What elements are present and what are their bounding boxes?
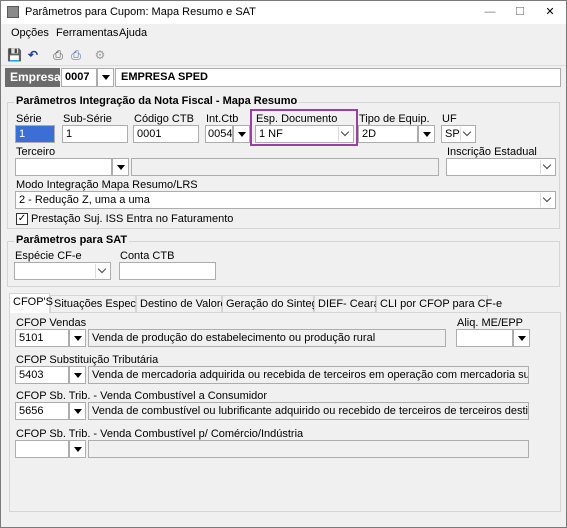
menu-bar: Opções Ferramentas Ajuda (1, 24, 566, 43)
empresa-label: Empresa (5, 68, 61, 87)
serie-input[interactable]: 1 (15, 125, 55, 143)
chevron-down-icon (540, 193, 554, 207)
terceiro-dropdown-button[interactable] (112, 158, 129, 176)
window-title: Parâmetros para Cupom: Mapa Resumo e SAT (25, 6, 256, 18)
empresa-dropdown-button[interactable] (97, 68, 114, 87)
cfop-subst-input[interactable]: 5403 (15, 366, 69, 384)
tipo-equip-label: Tipo de Equip. (359, 113, 430, 125)
int-ctb-dropdown-button[interactable] (233, 125, 250, 143)
toolbar: 💾 ↶ ⎙ ⎙ ⚙ (1, 44, 566, 66)
subserie-label: Sub-Série (63, 113, 112, 125)
conta-ctb-label: Conta CTB (120, 250, 175, 262)
serie-label: Série (16, 113, 42, 125)
empresa-row: Empresa 0007 EMPRESA SPED (5, 68, 561, 87)
conta-ctb-input[interactable] (119, 262, 216, 280)
tab-geracao-do-sintegra[interactable]: Geração do Sintegra (222, 295, 328, 312)
tab-dief-ceara[interactable]: DIEF- Ceará (314, 295, 380, 312)
undo-icon[interactable]: ↶ (26, 48, 40, 62)
subserie-input[interactable]: 1 (62, 125, 128, 143)
especie-cfe-label: Espécie CF-e (15, 250, 82, 262)
int-ctb-input[interactable]: 0054 (205, 125, 233, 143)
tipo-equip-input[interactable]: 2D (358, 125, 418, 143)
aliq-me-epp-dropdown-button[interactable] (513, 329, 530, 347)
terceiro-input[interactable] (15, 158, 112, 176)
uf-select[interactable]: SP (441, 125, 476, 143)
chevron-down-icon (540, 160, 554, 174)
tab-destino-de-valores[interactable]: Destino de Valores (136, 295, 232, 312)
codigo-ctb-input[interactable]: 0001 (133, 125, 199, 143)
cfop-combustivel-comercio-description (88, 440, 529, 458)
terceiro-label: Terceiro (16, 146, 56, 158)
menu-ferramentas[interactable]: Ferramentas (56, 27, 118, 39)
empresa-code-input[interactable]: 0007 (61, 68, 97, 87)
settings-icon[interactable]: ⚙ (93, 48, 107, 62)
cfop-vendas-dropdown-button[interactable] (69, 329, 86, 347)
tab-bar: CFOP'S Situações Especiais Destino de Va… (9, 293, 561, 313)
cfop-combustivel-label: CFOP Sb. Trib. - Venda Combustível a Con… (16, 390, 268, 402)
print-preview-icon[interactable]: ⎙ (69, 48, 83, 62)
aliq-me-epp-label: Aliq. ME/EPP (457, 317, 524, 329)
modo-integracao-label: Modo Integração Mapa Resumo/LRS (16, 179, 198, 191)
cfop-vendas-description: Venda de produção do estabelecimento ou … (88, 329, 446, 347)
menu-opcoes[interactable]: Opções (11, 27, 49, 39)
modo-integracao-select[interactable]: 2 - Redução Z, uma a uma (15, 191, 556, 209)
title-bar: Parâmetros para Cupom: Mapa Resumo e SAT… (1, 1, 566, 24)
cfop-subst-label: CFOP Substituição Tributária (16, 354, 159, 366)
cfop-vendas-label: CFOP Vendas (16, 317, 87, 329)
menu-ajuda[interactable]: Ajuda (119, 27, 147, 39)
tab-cli-por-cfop[interactable]: CLI por CFOP para CF-e (376, 295, 502, 312)
chevron-down-icon (95, 264, 109, 278)
tab-cfops[interactable]: CFOP'S (9, 293, 53, 313)
cfop-combustivel-comercio-label: CFOP Sb. Trib. - Venda Combustível p/ Co… (16, 428, 304, 440)
cfop-combustivel-comercio-input[interactable] (15, 440, 69, 458)
inscricao-estadual-select[interactable] (446, 158, 556, 176)
inscricao-estadual-label: Inscrição Estadual (447, 146, 537, 158)
cfop-combustivel-input[interactable]: 5656 (15, 402, 69, 420)
tab-situacoes-especiais[interactable]: Situações Especiais (50, 295, 152, 312)
prestacao-label: Prestação Suj. ISS Entra no Faturamento (31, 213, 234, 225)
print-icon[interactable]: ⎙ (51, 48, 65, 62)
cfop-combustivel-dropdown-button[interactable] (69, 402, 86, 420)
app-icon (7, 6, 19, 18)
aliq-me-epp-input[interactable] (456, 329, 513, 347)
status-bar (1, 513, 566, 527)
modo-integracao-value: 2 - Redução Z, uma a uma (19, 194, 150, 206)
minimize-button[interactable]: — (475, 1, 505, 24)
cfop-subst-description: Venda de mercadoria adquirida ou recebid… (88, 366, 529, 384)
highlight-box (250, 109, 358, 146)
cfop-combustivel-comercio-dropdown-button[interactable] (69, 440, 86, 458)
empresa-name-field: EMPRESA SPED (115, 68, 561, 87)
close-button[interactable]: ✕ (535, 1, 565, 24)
sat-legend: Parâmetros para SAT (14, 234, 130, 246)
cfop-vendas-input[interactable]: 5101 (15, 329, 69, 347)
int-ctb-label: Int.Ctb (206, 113, 239, 125)
maximize-button[interactable]: ☐ (505, 1, 535, 24)
main-window: Parâmetros para Cupom: Mapa Resumo e SAT… (0, 0, 567, 528)
especie-cfe-select[interactable] (14, 262, 111, 280)
codigo-ctb-label: Código CTB (134, 113, 194, 125)
cfop-subst-dropdown-button[interactable] (69, 366, 86, 384)
terceiro-name-field (131, 158, 439, 176)
integracao-legend: Parâmetros Integração da Nota Fiscal - M… (14, 95, 300, 107)
tipo-equip-dropdown-button[interactable] (418, 125, 435, 143)
prestacao-checkbox[interactable]: ✓ (16, 213, 28, 225)
uf-value: SP (445, 128, 460, 140)
cfop-combustivel-description: Venda de combustível ou lubrificante adq… (88, 402, 529, 420)
save-icon[interactable]: 💾 (7, 48, 22, 62)
uf-label: UF (442, 113, 457, 125)
chevron-down-icon (460, 127, 474, 141)
